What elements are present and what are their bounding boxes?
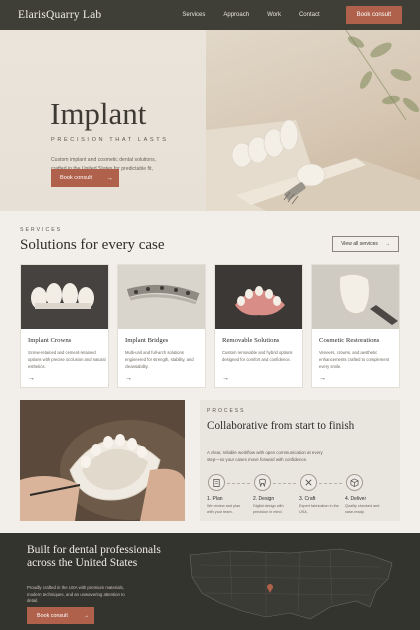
brand-logo[interactable]: ElarisQuarry Lab	[18, 9, 101, 21]
service-card-implant-crowns[interactable]: Implant Crowns Screw-retained and cement…	[20, 264, 109, 388]
services-section: SERVICES Solutions for every case View a…	[0, 211, 420, 396]
cosmetic-restorations-image	[312, 265, 399, 329]
card-title: Implant Bridges	[125, 337, 169, 344]
usa-band: Built for dental professionals across th…	[0, 533, 420, 630]
process-step-plan: 1. Plan We review and plan with your tea…	[207, 474, 253, 515]
implant-bridges-image	[118, 265, 205, 329]
services-title: Solutions for every case	[20, 237, 165, 253]
nav-link-work[interactable]: Work	[267, 12, 281, 18]
process-image	[20, 400, 185, 521]
step-connector	[319, 482, 342, 484]
service-card-cosmetic-restorations[interactable]: Cosmetic Restorations Veneers, crowns, a…	[311, 264, 400, 388]
arrow-right-icon[interactable]: →	[319, 375, 326, 382]
hero-image	[206, 30, 420, 211]
step-label: 3. Craft	[299, 496, 316, 502]
service-card-implant-bridges[interactable]: Implant Bridges Multi-unit and full-arch…	[117, 264, 206, 388]
step-description: We review and plan with your team.	[207, 504, 241, 514]
band-button-label: Book consult	[37, 612, 68, 619]
view-all-services-button[interactable]: View all services →	[332, 236, 399, 252]
process-description: A clear, reliable workflow with open com…	[207, 450, 323, 462]
nav-book-consult-button[interactable]: Book consult	[345, 6, 402, 24]
step-label: 4. Deliver	[345, 496, 367, 502]
hero-book-consult-button[interactable]: Book consult →	[51, 169, 119, 187]
process-step-craft: 3. Craft Expert fabrication in the USA.	[299, 474, 345, 515]
arrow-right-icon: →	[83, 612, 90, 619]
card-title: Implant Crowns	[28, 337, 72, 344]
hero-title: Implant	[50, 96, 147, 131]
process-steps: 1. Plan We review and plan with your tea…	[207, 474, 391, 515]
tooth-icon	[254, 474, 271, 491]
step-label: 1. Plan	[207, 496, 223, 502]
nav-link-services[interactable]: Services	[182, 12, 205, 18]
card-title: Cosmetic Restorations	[319, 337, 380, 344]
removable-solutions-image	[215, 265, 302, 329]
card-description: Veneers, crowns, and aesthetic enhanceme…	[319, 350, 390, 369]
nav-link-approach[interactable]: Approach	[223, 12, 249, 18]
tools-icon	[300, 474, 317, 491]
service-card-removable-solutions[interactable]: Removable Solutions Custom removable and…	[214, 264, 303, 388]
services-kicker: SERVICES	[20, 227, 63, 233]
arrow-right-icon[interactable]: →	[222, 375, 229, 382]
nav-link-contact[interactable]: Contact	[299, 12, 320, 18]
card-description: Custom removable and hybrid options desi…	[222, 350, 293, 362]
hero-button-label: Book consult	[60, 175, 93, 181]
step-description: Digital design with precision in mind.	[253, 504, 284, 514]
clipboard-icon	[208, 474, 225, 491]
step-connector	[273, 482, 296, 484]
process-section: PROCESS Collaborative from start to fini…	[0, 396, 420, 533]
arrow-right-icon: →	[384, 241, 390, 247]
view-all-label: View all services	[341, 241, 378, 247]
arrow-right-icon[interactable]: →	[28, 375, 35, 382]
us-map-graphic	[189, 548, 393, 620]
step-description: Quality checked and case-ready.	[345, 504, 380, 514]
card-description: Screw-retained and cement-retained optio…	[28, 350, 106, 369]
card-description: Multi-unit and full-arch solutions engin…	[125, 350, 194, 369]
card-title: Removable Solutions	[222, 337, 280, 344]
step-label: 2. Design	[253, 496, 275, 502]
top-nav: ElarisQuarry Lab Services Approach Work …	[0, 0, 420, 30]
band-description: Proudly crafted in the USA with premium …	[27, 585, 125, 603]
process-title: Collaborative from start to finish	[207, 420, 355, 432]
process-kicker: PROCESS	[207, 408, 246, 414]
process-step-deliver: 4. Deliver Quality checked and case-read…	[345, 474, 391, 515]
implant-crowns-image	[21, 265, 108, 329]
step-connector	[227, 482, 250, 484]
process-step-design: 2. Design Digital design with precision …	[253, 474, 299, 515]
arrow-right-icon: →	[106, 174, 114, 182]
arrow-right-icon[interactable]: →	[125, 375, 132, 382]
nav-links: Services Approach Work Contact Book cons…	[182, 6, 402, 24]
band-title: Built for dental professionals across th…	[27, 544, 161, 569]
step-description: Expert fabrication in the USA.	[299, 504, 339, 514]
service-cards: Implant Crowns Screw-retained and cement…	[20, 264, 400, 388]
process-panel: PROCESS Collaborative from start to fini…	[200, 400, 400, 521]
band-book-consult-button[interactable]: Book consult →	[27, 607, 94, 624]
hero-tagline: PRECISION THAT LASTS	[51, 137, 169, 143]
box-icon	[346, 474, 363, 491]
